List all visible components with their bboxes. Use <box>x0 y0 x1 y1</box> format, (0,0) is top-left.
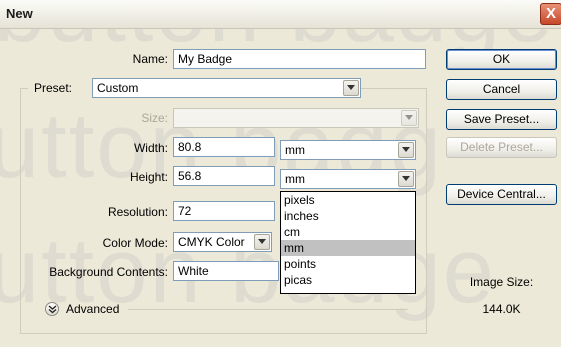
name-input[interactable]: My Badge <box>173 49 426 69</box>
unit-option-inches[interactable]: inches <box>281 208 415 224</box>
height-unit-select[interactable]: mm <box>280 169 416 189</box>
resolution-input[interactable]: 72 <box>173 201 275 221</box>
close-button[interactable]: X <box>540 3 561 25</box>
color-mode-value: CMYK Color <box>178 235 245 249</box>
chevron-down-icon <box>398 171 414 187</box>
width-label: Width: <box>133 141 168 155</box>
title-bar: New X <box>0 0 561 29</box>
preset-group-border <box>20 88 21 334</box>
image-size-value: 144.0K <box>482 302 521 316</box>
image-size-label: Image Size: <box>469 275 534 289</box>
preset-group-border <box>20 333 426 334</box>
width-unit-value: mm <box>285 143 305 157</box>
color-mode-select[interactable]: CMYK Color <box>173 232 272 252</box>
cancel-button[interactable]: Cancel <box>446 79 557 100</box>
width-input[interactable]: 80.8 <box>173 137 275 157</box>
width-unit-select[interactable]: mm <box>280 140 416 160</box>
unit-option-cm[interactable]: cm <box>281 224 415 240</box>
height-input[interactable]: 56.8 <box>173 166 275 186</box>
preset-group-border <box>360 88 426 89</box>
save-preset-button[interactable]: Save Preset... <box>446 109 557 130</box>
double-chevron-down-icon <box>48 305 57 314</box>
color-mode-label: Color Mode: <box>102 236 168 250</box>
name-label: Name: <box>132 52 168 66</box>
height-label: Height: <box>129 170 168 184</box>
unit-option-mm[interactable]: mm <box>281 240 415 256</box>
chevron-down-icon <box>343 80 359 96</box>
preset-select-value: Custom <box>97 81 139 95</box>
height-unit-value: mm <box>285 172 305 186</box>
unit-option-picas[interactable]: picas <box>281 272 415 288</box>
ok-button[interactable]: OK <box>446 49 557 70</box>
background-contents-value: White <box>178 264 209 278</box>
preset-label: Preset: <box>34 81 73 95</box>
resolution-label: Resolution: <box>107 205 168 219</box>
size-label: Size: <box>141 111 168 125</box>
advanced-label: Advanced <box>66 302 120 316</box>
close-icon: X <box>545 5 556 22</box>
background-contents-label: Background Contents: <box>49 265 168 279</box>
chevron-down-icon <box>398 142 414 158</box>
window-title: New <box>6 6 33 21</box>
device-central-button[interactable]: Device Central... <box>446 184 557 205</box>
advanced-divider <box>128 309 408 310</box>
unit-option-pixels[interactable]: pixels <box>281 192 415 208</box>
chevron-down-icon <box>254 234 270 250</box>
size-select <box>173 108 419 128</box>
preset-select[interactable]: Custom <box>92 78 361 98</box>
unit-option-points[interactable]: points <box>281 256 415 272</box>
background-contents-select[interactable]: White <box>173 261 279 281</box>
advanced-toggle-button[interactable] <box>45 302 59 316</box>
preset-group-border <box>20 88 28 89</box>
chevron-down-icon <box>401 110 417 126</box>
delete-preset-button[interactable]: Delete Preset... <box>446 137 557 158</box>
preset-group-border <box>426 88 427 334</box>
unit-dropdown-list[interactable]: pixels inches cm mm points picas <box>280 191 416 294</box>
